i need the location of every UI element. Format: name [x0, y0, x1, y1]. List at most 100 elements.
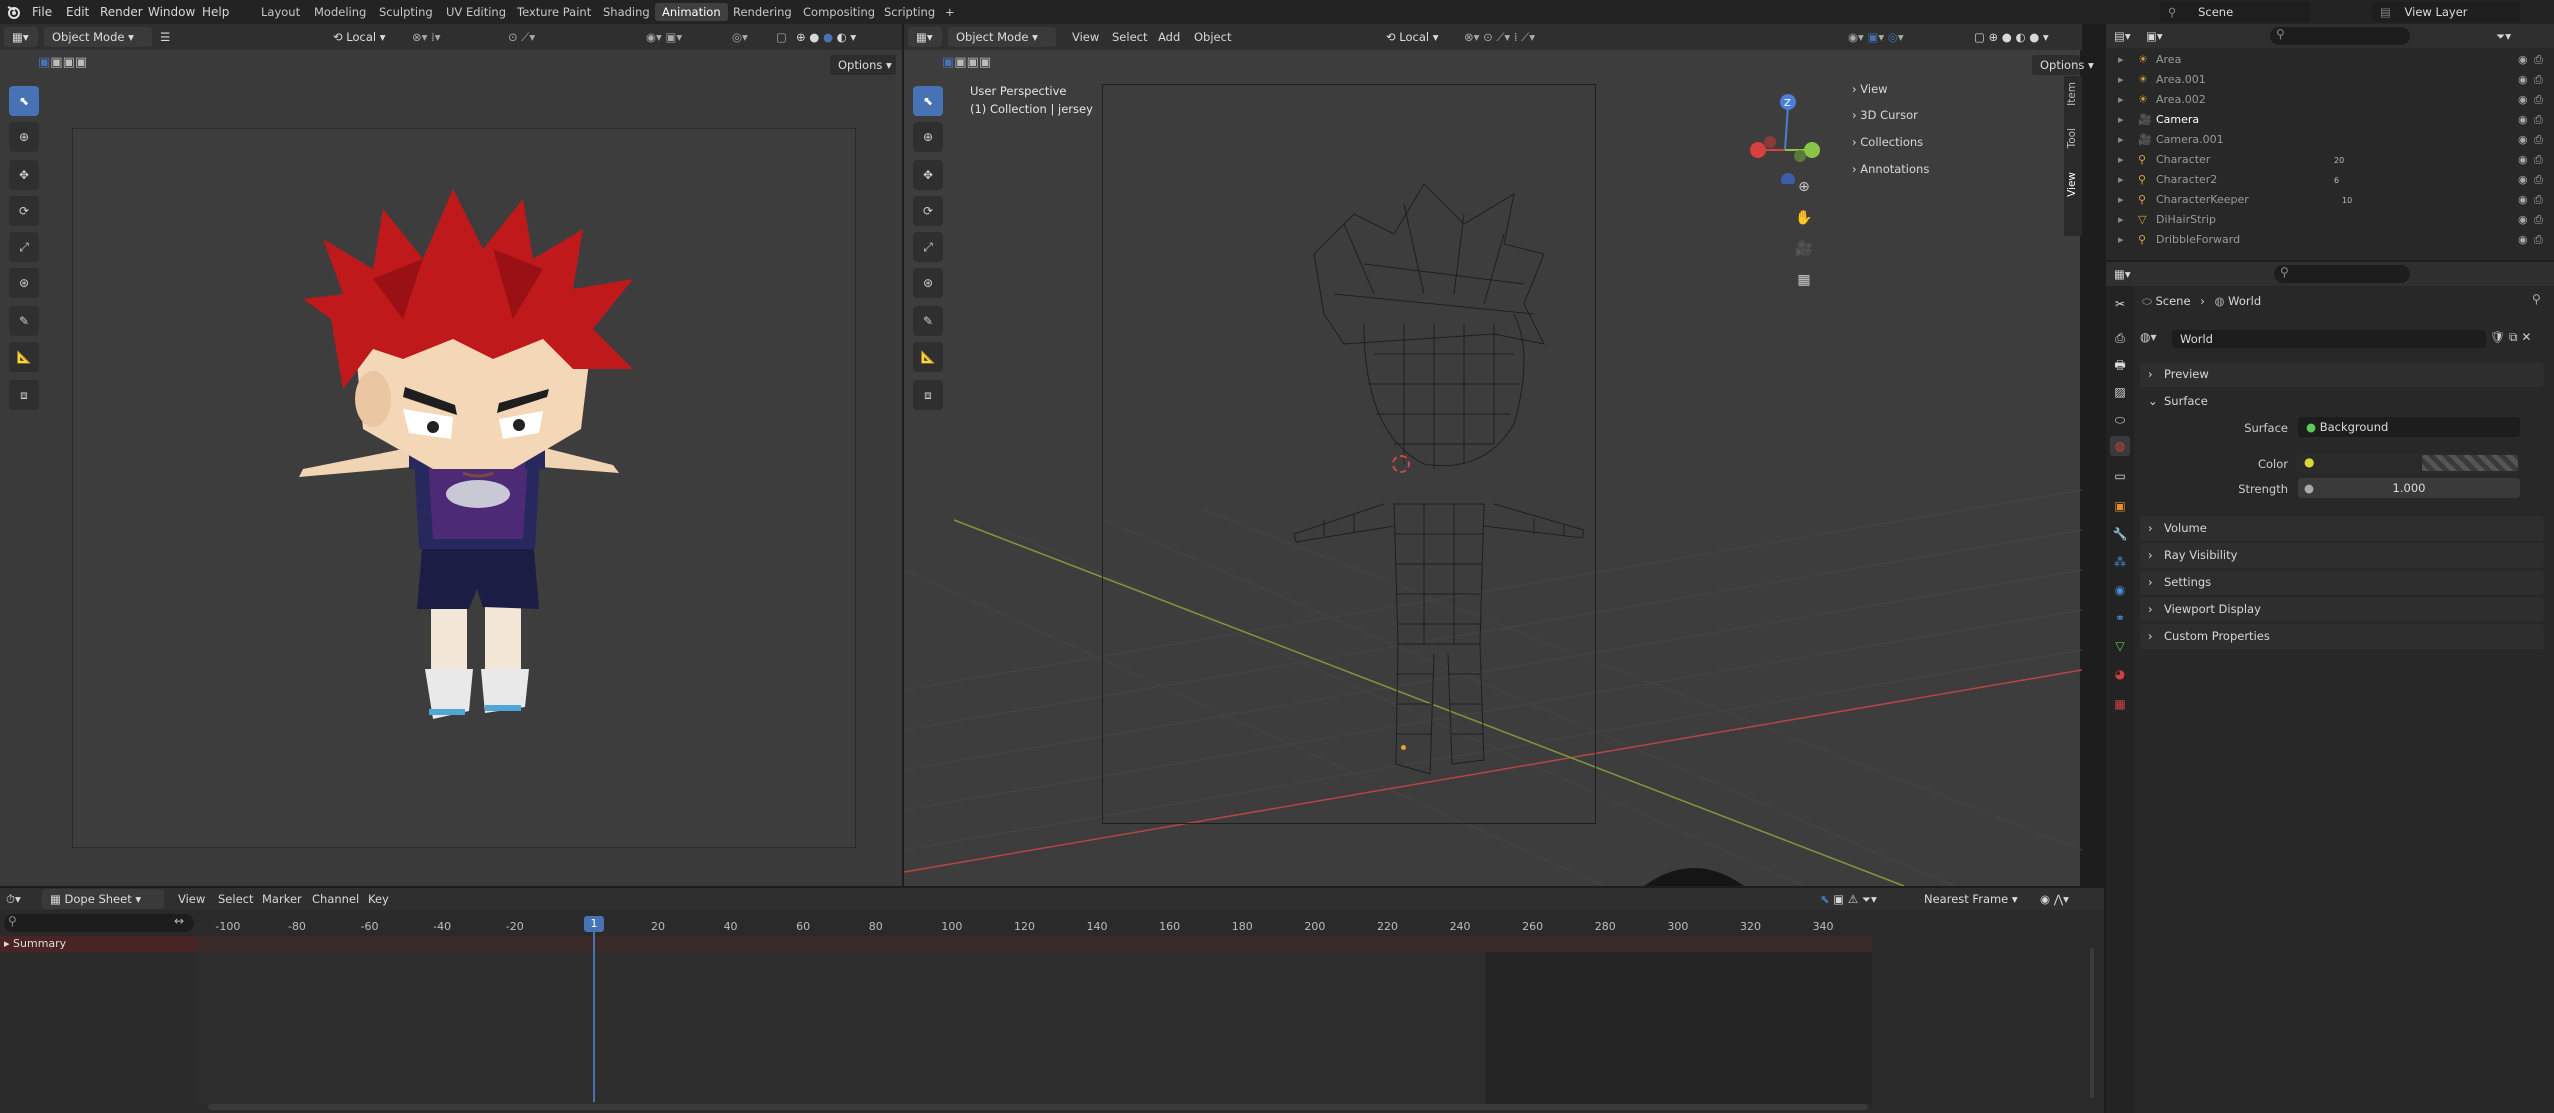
main-measure-tool-button[interactable]: 📐	[913, 342, 943, 372]
snap-icon[interactable]: ⊙ ⟋▾	[508, 27, 535, 47]
section-viewport-display[interactable]: › Viewport Display	[2140, 597, 2544, 622]
tab-sculpting[interactable]: Sculpting	[372, 3, 440, 21]
npanel-annotations[interactable]: › Annotations	[1834, 156, 2064, 182]
surface-shader-field[interactable]: ● Background	[2298, 417, 2520, 437]
main-object-mode-dropdown[interactable]: Object Mode ▾	[948, 27, 1056, 47]
render-camera-icon[interactable]: ⎙	[2534, 130, 2543, 150]
ds-menu-select[interactable]: Select	[218, 889, 253, 909]
expand-arrow-icon[interactable]: ▸	[2118, 70, 2124, 90]
npanel-view[interactable]: › View	[1834, 76, 2064, 102]
main-cursor-tool-button[interactable]: ⊕	[913, 122, 943, 152]
properties-search-input[interactable]: ⚲	[2274, 265, 2410, 283]
outliner-row-label[interactable]: Camera.001	[2156, 130, 2224, 150]
expand-arrow-icon[interactable]: ▸	[2118, 210, 2124, 230]
visibility-eye-icon[interactable]: ◉	[2518, 230, 2528, 250]
move-tool-button[interactable]: ✥	[9, 160, 39, 190]
vertical-scrollbar[interactable]	[2090, 948, 2094, 1098]
tab-modeling[interactable]: Modeling	[307, 3, 373, 21]
expand-arrow-icon[interactable]: ▸	[2118, 230, 2124, 250]
view-layer-selector[interactable]: ▤ View Layer	[2372, 2, 2520, 22]
editor-type-button[interactable]: ▦▾	[4, 27, 38, 47]
visibility-eye-icon[interactable]: ◉	[2518, 90, 2528, 110]
render-camera-icon[interactable]: ⎙	[2534, 210, 2543, 230]
cursor-tool-button[interactable]: ⊕	[9, 122, 39, 152]
visibility-eye-icon[interactable]: ◉	[2518, 110, 2528, 130]
expand-arrow-icon[interactable]: ▸	[2118, 150, 2124, 170]
render-camera-icon[interactable]: ⎙	[2534, 50, 2543, 70]
outliner-row-label[interactable]: Character	[2156, 150, 2210, 170]
object-tab-icon[interactable]: ▣	[2110, 496, 2130, 516]
expand-arrow-icon[interactable]: ▸	[2118, 90, 2124, 110]
orientation-dropdown[interactable]: ⟲ Local ▾	[325, 27, 405, 47]
annotate-tool-button[interactable]: ✎	[9, 306, 39, 336]
render-camera-icon[interactable]: ⎙	[2534, 170, 2543, 190]
outliner-row[interactable]: ▸ ☀ Area ◉ ⎙	[2110, 50, 2543, 70]
xray-icon[interactable]: ▢	[776, 27, 787, 47]
navigation-buttons[interactable]: ⊕ ✋ 🎥 ▦	[1792, 172, 1816, 296]
color-field[interactable]: ●	[2298, 453, 2520, 473]
outliner-row[interactable]: ▸ ⚲ CharacterKeeper ◉ ⎙	[2110, 190, 2543, 210]
blender-logo-icon[interactable]	[6, 4, 22, 20]
outliner-row-label[interactable]: Area.002	[2156, 90, 2206, 110]
main-menu-view[interactable]: View	[1072, 27, 1099, 47]
current-frame-indicator[interactable]: 1	[584, 916, 604, 932]
visibility-eye-icon[interactable]: ◉	[2518, 210, 2528, 230]
tab-rendering[interactable]: Rendering	[726, 3, 799, 21]
transform-tool-button[interactable]: ⊛	[9, 268, 39, 298]
camera-view-icon[interactable]: 🎥	[1792, 234, 1816, 265]
breadcrumb-world[interactable]: World	[2228, 294, 2261, 308]
outliner-row[interactable]: ▸ ▽ DiHairStrip ◉ ⎙	[2110, 210, 2543, 230]
properties-editor-icon[interactable]: ▦▾	[2114, 264, 2131, 284]
constraints-tab-icon[interactable]: ⚭	[2110, 608, 2130, 628]
select-tool-button[interactable]: ⬉	[9, 86, 39, 116]
expand-arrow-icon[interactable]: ▸	[2118, 170, 2124, 190]
npanel-3d-cursor[interactable]: › 3D Cursor	[1834, 102, 2064, 128]
outliner-display-icon[interactable]: ▣▾	[2146, 26, 2163, 46]
main-move-tool-button[interactable]: ✥	[913, 160, 943, 190]
scene-selector[interactable]: ⚲ Scene	[2160, 2, 2310, 22]
render-camera-icon[interactable]: ⎙	[2534, 150, 2543, 170]
object-mode-dropdown[interactable]: Object Mode ▾	[44, 27, 152, 47]
main-editor-type-button[interactable]: ▦▾	[908, 27, 942, 47]
menu-edit[interactable]: Edit	[66, 0, 89, 24]
section-custom-properties[interactable]: › Custom Properties	[2140, 624, 2544, 649]
render-tab-icon[interactable]: ⎙	[2110, 328, 2130, 348]
texture-tab-icon[interactable]: ▦	[2110, 694, 2130, 714]
swap-icon[interactable]: ↔	[174, 914, 184, 928]
menu-file[interactable]: File	[32, 0, 52, 24]
outliner-row[interactable]: ▸ ☀ Area.001 ◉ ⎙	[2110, 70, 2543, 90]
section-settings[interactable]: › Settings	[2140, 570, 2544, 595]
sidebar-tab-tool[interactable]: Tool	[2066, 128, 2078, 148]
tab-scripting[interactable]: Scripting	[877, 3, 942, 21]
rotate-tool-button[interactable]: ⟳	[9, 196, 39, 226]
npanel-collections[interactable]: › Collections	[1834, 129, 2064, 155]
render-camera-icon[interactable]: ⎙	[2534, 230, 2543, 250]
main-visibility-icon[interactable]: ◉▾ ▣▾ ◎▾	[1848, 27, 1904, 47]
scene-tab-icon[interactable]: ⬭	[2110, 410, 2130, 430]
main-select-tool-button[interactable]: ⬉	[913, 86, 943, 116]
tab-shading[interactable]: Shading	[596, 3, 657, 21]
outliner-row[interactable]: ▸ ⚲ DribbleForward ◉ ⎙	[2110, 230, 2543, 250]
proportional-icon[interactable]: ◉ ⋀▾	[2040, 889, 2069, 909]
outliner-search-input[interactable]: ⚲	[2270, 27, 2410, 45]
pivot-icon[interactable]: ⊗▾ ⁞▾	[412, 27, 441, 47]
expand-arrow-icon[interactable]: ▸	[2118, 50, 2124, 70]
main-menu-select[interactable]: Select	[1112, 27, 1147, 47]
outliner-row[interactable]: ▸ 🎥 Camera ◉ ⎙	[2110, 110, 2543, 130]
expand-arrow-icon[interactable]: ▸	[2118, 110, 2124, 130]
main-viewport[interactable]: ▦▾ Object Mode ▾ View Select Add Object …	[902, 24, 2094, 886]
breadcrumb-scene[interactable]: Scene	[2155, 294, 2190, 308]
visibility-eye-icon[interactable]: ◉	[2518, 50, 2528, 70]
navigation-gizmo[interactable]: Z	[1740, 84, 1830, 187]
tab-uv-editing[interactable]: UV Editing	[439, 3, 513, 21]
summary-channel[interactable]: ▸ Summary	[0, 936, 196, 952]
material-tab-icon[interactable]: ◕	[2110, 664, 2130, 684]
main-rotate-tool-button[interactable]: ⟳	[913, 196, 943, 226]
scale-tool-button[interactable]: ⤢	[9, 232, 39, 262]
tab-texture-paint[interactable]: Texture Paint	[510, 3, 598, 21]
main-pivot-icon[interactable]: ⊗▾ ⊙ ⟋▾ ⁞ ⟋▾	[1464, 27, 1535, 47]
visibility-eye-icon[interactable]: ◉	[2518, 150, 2528, 170]
outliner-row[interactable]: ▸ 🎥 Camera.001 ◉ ⎙	[2110, 130, 2543, 150]
render-camera-icon[interactable]: ⎙	[2534, 190, 2543, 210]
world-name-field[interactable]: World	[2172, 330, 2486, 348]
